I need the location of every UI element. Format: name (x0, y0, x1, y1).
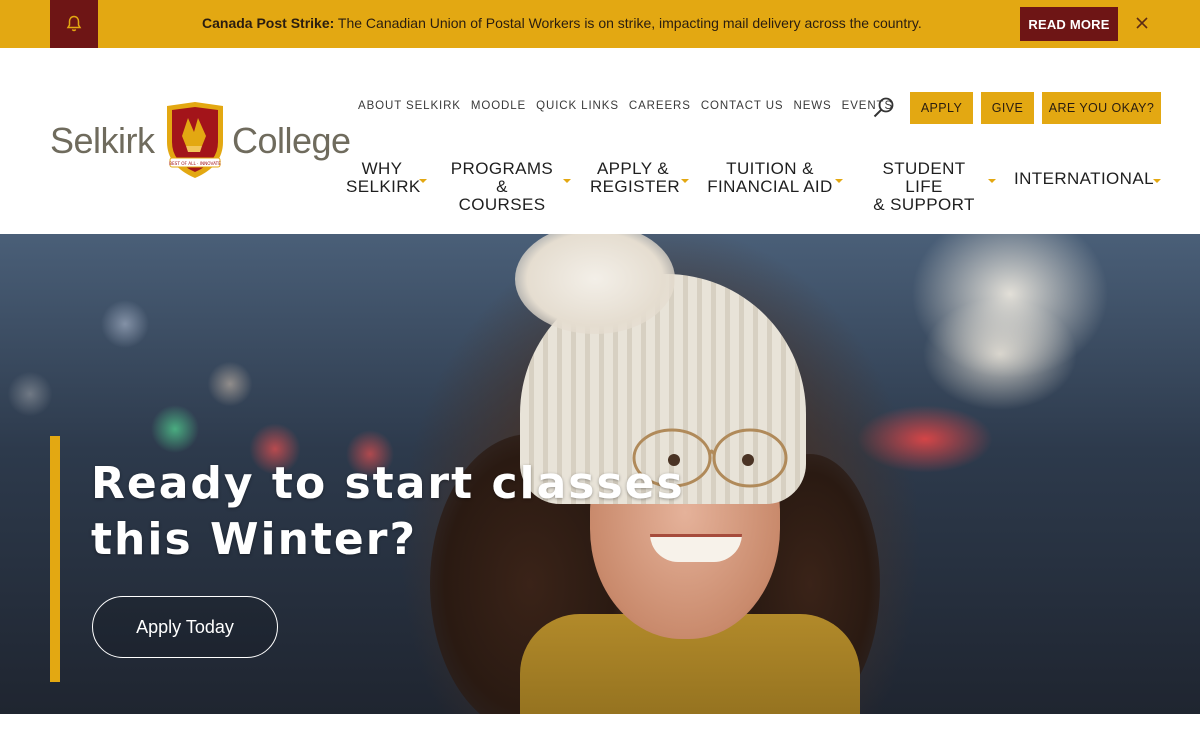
util-link-quick-links[interactable]: QUICK LINKS (536, 100, 619, 112)
chevron-down-icon (988, 179, 996, 183)
util-link-about[interactable]: ABOUT SELKIRK (358, 100, 461, 112)
hero-title-line1: Ready to start classes (91, 458, 685, 509)
nav-student-life-support[interactable]: STUDENT LIFE & SUPPORT (864, 160, 984, 214)
nav-label-line2: & SUPPORT (873, 195, 975, 214)
chevron-down-icon (563, 179, 571, 183)
alert-body: The Canadian Union of Postal Workers is … (334, 15, 922, 31)
utility-nav: ABOUT SELKIRK MOODLE QUICK LINKS CAREERS… (358, 100, 903, 112)
nav-label-line1: STUDENT LIFE (882, 159, 966, 196)
nav-international[interactable]: INTERNATIONAL (1014, 169, 1154, 188)
apply-today-button[interactable]: Apply Today (92, 596, 278, 658)
util-link-careers[interactable]: CAREERS (629, 100, 691, 112)
bell-icon (50, 0, 98, 48)
nav-label-line1: INTERNATIONAL (1014, 169, 1154, 188)
read-more-button[interactable]: READ MORE (1020, 7, 1118, 41)
alert-banner: Canada Post Strike: The Canadian Union o… (0, 0, 1200, 48)
nav-tuition-financial-aid[interactable]: TUITION & FINANCIAL AID (705, 160, 835, 196)
nav-label-line1: PROGRAMS & (450, 159, 554, 196)
search-icon[interactable] (872, 96, 896, 120)
chevron-down-icon (835, 179, 843, 183)
nav-label-line2: REGISTER (590, 177, 681, 196)
alert-message: Canada Post Strike: The Canadian Union o… (202, 15, 922, 31)
apply-button[interactable]: APPLY (910, 92, 973, 124)
chevron-down-icon (419, 179, 427, 183)
close-icon[interactable] (1134, 16, 1150, 32)
nav-label-line2: FINANCIAL AID (707, 177, 833, 196)
chevron-down-icon (1153, 179, 1161, 183)
util-link-news[interactable]: NEWS (794, 100, 832, 112)
are-you-okay-button[interactable]: ARE YOU OKAY? (1042, 92, 1161, 124)
logo-word-college: College (232, 120, 351, 161)
nav-label-line1: TUITION & (726, 159, 814, 178)
util-link-contact[interactable]: CONTACT US (701, 100, 784, 112)
logo-word-selkirk: Selkirk (50, 120, 155, 161)
main-nav: WHY SELKIRK PROGRAMS & COURSES APPLY & R… (0, 159, 1200, 214)
alert-title: Canada Post Strike: (202, 15, 335, 31)
util-link-moodle[interactable]: MOODLE (471, 100, 526, 112)
chevron-down-icon (681, 179, 689, 183)
nav-apply-register[interactable]: APPLY & REGISTER (590, 159, 681, 196)
site-header: Selkirk BEST OF ALL · INNOVATE College A… (0, 48, 1200, 234)
hero-banner: Ready to start classes this Winter? Appl… (0, 234, 1200, 714)
nav-label-line2: COURSES (458, 195, 546, 214)
nav-label-line1: WHY (361, 159, 403, 178)
hero-title-line2: this Winter? (91, 514, 417, 565)
hero-accent-bar (50, 436, 60, 682)
nav-label-line2: SELKIRK (346, 177, 421, 196)
hero-title: Ready to start classes this Winter? (91, 456, 711, 568)
nav-label-line1: APPLY & (596, 159, 670, 178)
nav-programs-courses[interactable]: PROGRAMS & COURSES (444, 160, 560, 214)
give-button[interactable]: GIVE (981, 92, 1034, 124)
nav-why-selkirk[interactable]: WHY SELKIRK (346, 159, 421, 196)
